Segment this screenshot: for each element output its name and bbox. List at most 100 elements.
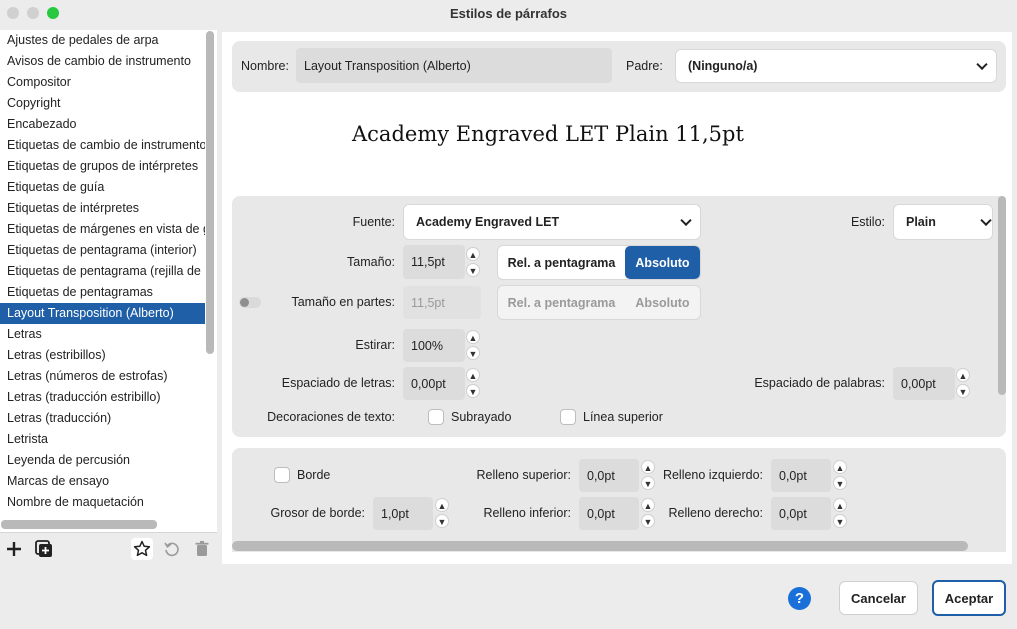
padding-bottom-label: Relleno inferior: — [483, 506, 571, 520]
padding-left-stepper[interactable]: ▲ ▼ — [833, 460, 847, 490]
list-item[interactable]: Letras (números de estrofas) — [0, 366, 205, 387]
preview-text: Academy Engraved LET Plain 11,5pt — [352, 122, 744, 146]
parent-label: Padre: — [626, 59, 663, 73]
overline-checkbox[interactable] — [560, 409, 576, 425]
list-item[interactable]: Letras (estribillos) — [0, 345, 205, 366]
title-bar: Estilos de párrafos — [0, 0, 1017, 28]
name-field[interactable]: Layout Transposition (Alberto) — [296, 48, 612, 83]
parts-size-mode-toggle[interactable]: Rel. a pentagrama Absoluto — [497, 285, 701, 320]
vertical-scrollbar[interactable] — [206, 31, 214, 354]
font-select[interactable]: Academy Engraved LET — [403, 204, 701, 240]
padding-bottom-stepper[interactable]: ▲ ▼ — [641, 498, 655, 528]
word-spacing-label: Espaciado de palabras: — [754, 376, 885, 390]
list-item[interactable]: Letrista — [0, 429, 205, 450]
border-width-field[interactable]: 1,0pt — [373, 497, 433, 530]
parts-size-field[interactable]: 11,5pt — [403, 286, 481, 319]
star-icon[interactable] — [131, 538, 153, 560]
stepper-down-icon[interactable]: ▼ — [641, 514, 655, 528]
list-item[interactable]: Etiquetas de pentagrama (rejilla de p — [0, 261, 205, 282]
word-spacing-stepper[interactable]: ▲ ▼ — [956, 368, 970, 398]
stepper-down-icon[interactable]: ▼ — [466, 263, 480, 277]
size-stepper[interactable]: ▲ ▼ — [466, 247, 480, 277]
padding-top-stepper[interactable]: ▲ ▼ — [641, 460, 655, 490]
plus-icon[interactable] — [3, 538, 25, 560]
list-item[interactable]: Letras — [0, 324, 205, 345]
duplicate-icon[interactable] — [33, 538, 55, 560]
letter-spacing-stepper[interactable]: ▲ ▼ — [466, 368, 480, 398]
stepper-up-icon[interactable]: ▲ — [833, 460, 847, 474]
stepper-up-icon[interactable]: ▲ — [956, 368, 970, 382]
list-item[interactable]: Layout Transposition (Alberto) — [0, 303, 205, 324]
stepper-up-icon[interactable]: ▲ — [641, 498, 655, 512]
border-checkbox[interactable] — [274, 467, 290, 483]
list-item[interactable]: Leyenda de percusión — [0, 450, 205, 471]
stepper-up-icon[interactable]: ▲ — [466, 368, 480, 382]
relative-to-staff-option[interactable]: Rel. a pentagrama — [498, 246, 625, 279]
list-item[interactable]: Etiquetas de cambio de instrumento — [0, 135, 205, 156]
stepper-up-icon[interactable]: ▲ — [466, 330, 480, 344]
padding-bottom-field[interactable]: 0,0pt — [579, 497, 639, 530]
help-button[interactable]: ? — [788, 587, 811, 610]
list-item[interactable]: Etiquetas de guía — [0, 177, 205, 198]
list-item[interactable]: Etiquetas de intérpretes — [0, 198, 205, 219]
list-item[interactable]: Compositor — [0, 72, 205, 93]
parts-size-toggle[interactable] — [239, 297, 261, 308]
name-label: Nombre: — [241, 59, 289, 73]
stepper-down-icon[interactable]: ▼ — [956, 384, 970, 398]
font-select-value: Academy Engraved LET — [416, 215, 560, 229]
stepper-down-icon[interactable]: ▼ — [833, 476, 847, 490]
ok-button[interactable]: Aceptar — [932, 580, 1006, 616]
list-item[interactable]: Ajustes de pedales de arpa — [0, 30, 205, 51]
list-item[interactable]: Letras (traducción estribillo) — [0, 387, 205, 408]
stepper-down-icon[interactable]: ▼ — [435, 514, 449, 528]
padding-left-field[interactable]: 0,0pt — [771, 459, 831, 492]
trash-icon[interactable] — [191, 538, 213, 560]
padding-top-label: Relleno superior: — [476, 468, 572, 482]
list-item[interactable]: Etiquetas de grupos de intérpretes — [0, 156, 205, 177]
letter-spacing-field[interactable]: 0,00pt — [403, 367, 465, 400]
horizontal-scrollbar[interactable] — [1, 520, 157, 529]
stepper-down-icon[interactable]: ▼ — [466, 346, 480, 360]
list-item[interactable]: Letras (traducción) — [0, 408, 205, 429]
stepper-down-icon[interactable]: ▼ — [641, 476, 655, 490]
list-item[interactable]: Etiquetas de pentagrama (interior) — [0, 240, 205, 261]
stretch-stepper[interactable]: ▲ ▼ — [466, 330, 480, 360]
border-width-stepper[interactable]: ▲ ▼ — [435, 498, 449, 528]
stepper-up-icon[interactable]: ▲ — [641, 460, 655, 474]
underline-label: Subrayado — [451, 410, 512, 424]
parts-relative-option[interactable]: Rel. a pentagrama — [498, 286, 625, 319]
stepper-down-icon[interactable]: ▼ — [466, 384, 480, 398]
padding-right-field[interactable]: 0,0pt — [771, 497, 831, 530]
chevron-down-icon — [980, 214, 992, 227]
padding-right-stepper[interactable]: ▲ ▼ — [833, 498, 847, 528]
list-item[interactable]: Avisos de cambio de instrumento — [0, 51, 205, 72]
list-item[interactable]: Etiquetas de pentagramas — [0, 282, 205, 303]
list-item[interactable]: Nombre de maquetación — [0, 492, 205, 513]
editor-horizontal-scrollbar[interactable] — [232, 541, 968, 551]
revert-icon[interactable] — [161, 538, 183, 560]
size-field[interactable]: 11,5pt — [403, 245, 465, 279]
editor-vertical-scrollbar[interactable] — [998, 196, 1006, 395]
parent-select-value: (Ninguno/a) — [688, 59, 758, 73]
underline-checkbox[interactable] — [428, 409, 444, 425]
parent-select[interactable]: (Ninguno/a) — [675, 49, 997, 83]
cancel-button[interactable]: Cancelar — [839, 581, 918, 615]
stepper-up-icon[interactable]: ▲ — [833, 498, 847, 512]
absolute-option[interactable]: Absoluto — [625, 246, 700, 279]
list-item[interactable]: Marcas de ensayo — [0, 471, 205, 492]
word-spacing-field[interactable]: 0,00pt — [893, 367, 955, 400]
style-select[interactable]: Plain — [893, 204, 993, 240]
parts-absolute-option[interactable]: Absoluto — [625, 286, 700, 319]
list-item[interactable]: Encabezado — [0, 114, 205, 135]
style-list-sidebar: Ajustes de pedales de arpa Avisos de camb… — [0, 30, 217, 564]
stepper-up-icon[interactable]: ▲ — [435, 498, 449, 512]
stretch-label: Estirar: — [355, 338, 395, 352]
border-width-label: Grosor de borde: — [270, 506, 366, 520]
size-mode-toggle[interactable]: Rel. a pentagrama Absoluto — [497, 245, 701, 280]
list-item[interactable]: Copyright — [0, 93, 205, 114]
stepper-down-icon[interactable]: ▼ — [833, 514, 847, 528]
stretch-field[interactable]: 100% — [403, 329, 465, 362]
list-item[interactable]: Etiquetas de márgenes en vista de ga — [0, 219, 205, 240]
stepper-up-icon[interactable]: ▲ — [466, 247, 480, 261]
padding-top-field[interactable]: 0,0pt — [579, 459, 639, 492]
